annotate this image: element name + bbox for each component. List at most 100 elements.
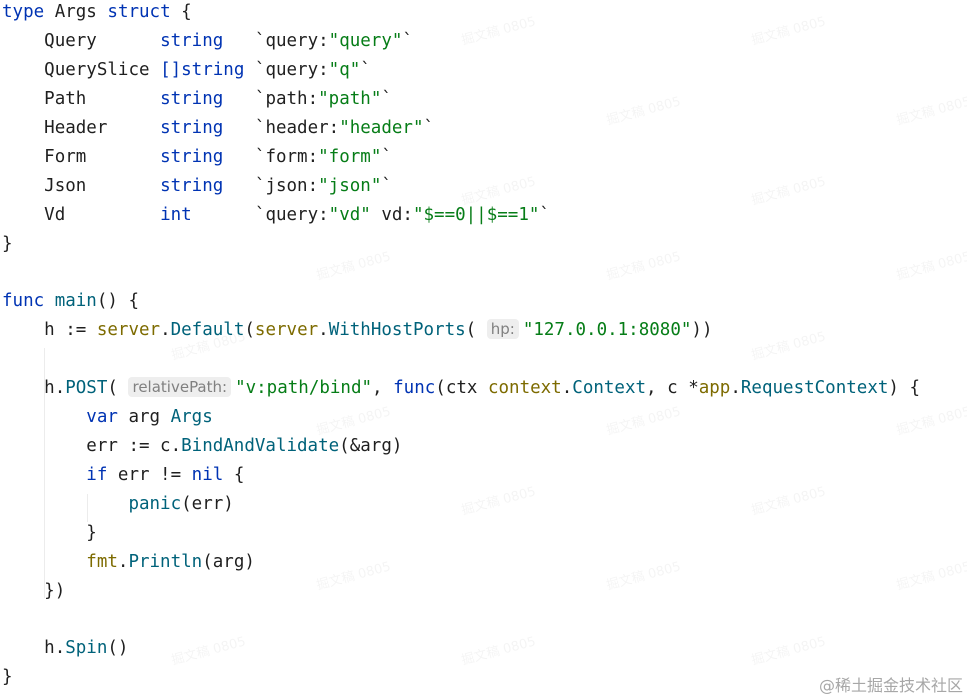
code-line: h.POST( relativePath: "v:path/bind", func… xyxy=(44,377,921,398)
type-name: Args xyxy=(170,407,213,427)
function-call: WithHostPorts xyxy=(328,320,466,340)
args: (err) xyxy=(181,494,234,514)
package-name: context xyxy=(487,378,562,398)
watermark: 掘文稿 0805 xyxy=(894,400,967,438)
watermark: 掘文稿 0805 xyxy=(749,480,828,518)
field-name: Json xyxy=(44,176,87,196)
type-name: Context xyxy=(572,378,647,398)
tag-value: "path" xyxy=(318,89,382,109)
code-editor[interactable]: 掘文稿 0805 掘文稿 0805 掘文稿 0805 掘文稿 0805 掘文稿 … xyxy=(0,0,967,700)
tag-key: json: xyxy=(265,176,319,196)
watermark: 掘文稿 0805 xyxy=(459,10,538,48)
watermark: 掘文稿 0805 xyxy=(894,245,967,283)
backtick: ` xyxy=(539,205,550,225)
backtick: ` xyxy=(423,118,435,138)
package-name: server xyxy=(254,320,319,340)
code-line: } xyxy=(2,663,13,692)
brace: { xyxy=(223,465,245,485)
watermark: 掘文稿 0805 xyxy=(314,245,393,283)
backtick: ` xyxy=(254,60,266,80)
field-name: QuerySlice xyxy=(44,60,150,80)
type-name: Args xyxy=(54,2,97,22)
parameter-hint: relativePath: xyxy=(128,377,232,397)
struct-field: Json string `json:"json"` xyxy=(2,172,392,201)
brace: { xyxy=(181,2,192,22)
field-type: string xyxy=(160,147,224,167)
function-name: main xyxy=(54,291,97,311)
function-call: Println xyxy=(128,552,203,572)
code-line: h.Spin() xyxy=(2,634,128,663)
keyword: struct xyxy=(107,2,171,22)
backtick: ` xyxy=(381,176,392,196)
watermark: 掘文稿 0805 xyxy=(604,555,683,593)
code-line: h := server.Default(server.WithHostPorts… xyxy=(44,319,713,340)
brace: } xyxy=(2,667,13,687)
field-name: Path xyxy=(44,89,87,109)
package-name: server xyxy=(96,320,161,340)
field-type: string xyxy=(160,176,224,196)
tag-value: "form" xyxy=(318,147,382,167)
field-name: Form xyxy=(44,147,87,167)
code-line: func main() { xyxy=(2,287,139,316)
watermark: 掘文稿 0805 xyxy=(604,245,683,283)
receiver: h. xyxy=(44,378,66,398)
code-line: err := c.BindAndValidate(&arg) xyxy=(2,432,402,461)
code-line: panic(err) xyxy=(2,490,234,519)
tag-key: header: xyxy=(265,118,340,138)
code-line: type Args struct { xyxy=(2,0,192,27)
backtick: ` xyxy=(254,89,266,109)
struct-field: Vd int `query:"vd" vd:"$==0||$==1"` xyxy=(2,201,550,230)
args: (&arg) xyxy=(339,436,403,456)
watermark: 掘文稿 0805 xyxy=(314,555,393,593)
struct-field: Header string `header:"header"` xyxy=(2,114,434,143)
param: (ctx xyxy=(435,378,488,398)
tag-value: "$==0||$==1" xyxy=(412,205,540,225)
code-line: var arg Args xyxy=(2,403,213,432)
backtick: ` xyxy=(254,31,266,51)
watermark: 掘文稿 0805 xyxy=(894,555,967,593)
keyword: var xyxy=(86,407,118,427)
tag-value: "json" xyxy=(318,176,382,196)
keyword: if xyxy=(86,465,108,485)
credit-watermark: @稀土掘金技术社区 xyxy=(818,676,963,695)
code-line: }) xyxy=(2,577,65,606)
function-call: Spin xyxy=(65,638,108,658)
function-call: Default xyxy=(170,320,245,340)
args: () xyxy=(107,638,129,658)
watermark: 掘文稿 0805 xyxy=(894,90,967,128)
args: (arg) xyxy=(202,552,255,572)
backtick: ` xyxy=(254,205,266,225)
field-name: Header xyxy=(44,118,108,138)
watermark: 掘文稿 0805 xyxy=(169,630,248,668)
tag-value: "vd" xyxy=(328,205,371,225)
condition: err != xyxy=(107,465,192,485)
package-name: app xyxy=(698,378,731,398)
struct-field: Query string `query:"query"` xyxy=(2,27,413,56)
watermark: 掘文稿 0805 xyxy=(604,400,683,438)
tag-key: path: xyxy=(265,89,319,109)
struct-field: Path string `path:"path"` xyxy=(2,85,392,114)
assign: err := c. xyxy=(86,436,182,456)
field-type: string xyxy=(160,118,224,138)
tag-value: "q" xyxy=(328,60,361,80)
tag-value: "query" xyxy=(328,31,403,51)
watermark: 掘文稿 0805 xyxy=(749,170,828,208)
string-literal: "127.0.0.1:8080" xyxy=(522,320,692,340)
function-call: panic xyxy=(128,494,182,514)
backtick: ` xyxy=(254,118,266,138)
parameter-hint: hp: xyxy=(486,319,519,339)
field-name: Vd xyxy=(44,205,66,225)
backtick: ` xyxy=(381,147,392,167)
keyword: func xyxy=(2,291,45,311)
brace: }) xyxy=(44,581,66,601)
field-name: Query xyxy=(44,31,97,51)
backtick: ` xyxy=(254,176,266,196)
field-type: int xyxy=(160,205,192,225)
struct-field: QuerySlice []string `query:"q"` xyxy=(2,56,371,85)
tag-key: form: xyxy=(265,147,319,167)
type-name: RequestContext xyxy=(740,378,889,398)
keyword: nil xyxy=(191,465,224,485)
watermark: 掘文稿 0805 xyxy=(749,10,828,48)
field-type: []string xyxy=(160,60,245,80)
paren: ) { xyxy=(888,378,921,398)
